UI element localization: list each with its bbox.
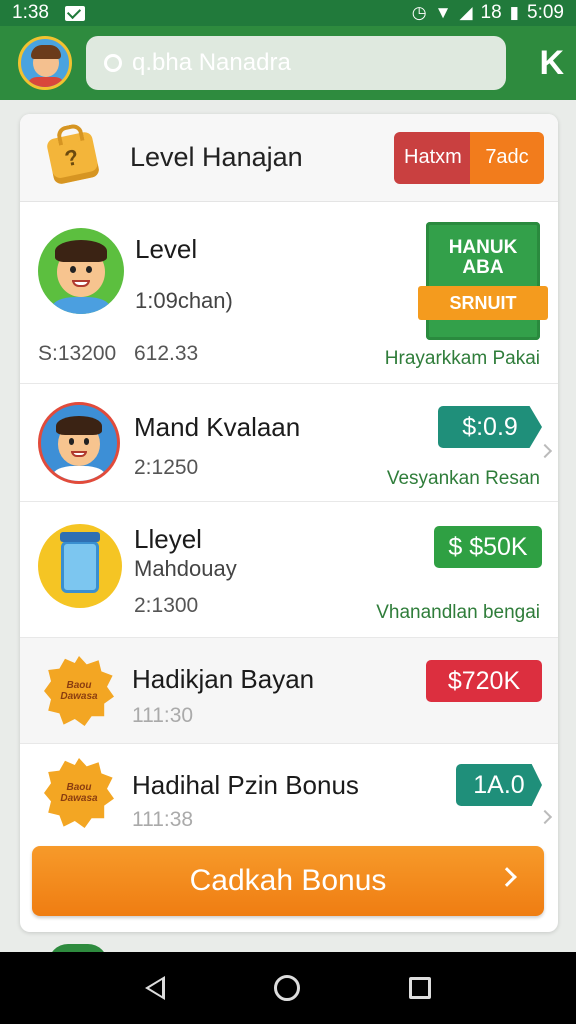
card-title: Level Hanajan [130, 142, 303, 172]
list-item[interactable]: Lleyel Mahdouay 2:1300 $ $50K Vhanandlan… [20, 502, 558, 638]
price-pill[interactable]: $720K [426, 660, 542, 702]
mail-icon [64, 5, 85, 21]
status-bar: 1:38 ◷ ▼ ◢ 18 ▮ 5:09 [0, 0, 576, 26]
app-header: K [0, 26, 576, 100]
price-pill[interactable]: 1A.0 [456, 764, 542, 806]
row-title: Hadikjan Bayan [132, 664, 315, 694]
boy-avatar [38, 228, 124, 314]
status-clock: 5:09 [527, 2, 564, 23]
chevron-right-icon [497, 867, 517, 887]
row-link[interactable]: Vesyankan Resan [387, 468, 540, 490]
row-title: Mand Kvalaan [134, 412, 301, 442]
card-header: Level Hanajan Hatxm 7adc [20, 114, 558, 202]
segment-right[interactable]: 7adc [470, 131, 544, 184]
chevron-right-icon [537, 443, 553, 459]
row-meta-left: S:13200 [38, 342, 117, 365]
promo-line1: HANUK [448, 237, 518, 258]
search-input[interactable] [132, 49, 488, 77]
badge-icon: Baou Dawasa [44, 656, 114, 726]
row-meta: 111:30 [132, 704, 194, 727]
bag-icon [45, 130, 101, 185]
signal-icon: ◢ [459, 3, 473, 22]
row-meta: 2:1250 [134, 456, 199, 479]
row-link[interactable]: Vhanandlan bengai [376, 602, 540, 624]
promo-ribbon: SRNUIT [418, 286, 548, 320]
row-title: Level [135, 234, 198, 264]
avatar[interactable] [18, 36, 72, 90]
segment-left[interactable]: Hatxm [394, 131, 470, 184]
home-icon[interactable] [273, 975, 300, 1001]
row-title: Hadihal Pzin Bonus [132, 770, 359, 800]
row-meta: 2:1300 [134, 594, 199, 617]
chevron-right-icon [537, 809, 553, 825]
row-title: Lleyel [134, 524, 202, 554]
recent-apps-icon[interactable] [409, 977, 432, 999]
row-meta: 111:38 [132, 808, 194, 831]
row-subtitle: 1:09chan) [135, 288, 233, 313]
jar-icon [38, 524, 122, 608]
bonus-card: Level Hanajan Hatxm 7adc Level 1:09chan)… [20, 114, 558, 932]
cta-label: Cadkah Bonus [189, 864, 387, 897]
price-pill[interactable]: $ $50K [434, 526, 542, 568]
promo-box[interactable]: HANUK ABA SRNUIT [418, 222, 548, 340]
claim-bonus-button[interactable]: Cadkah Bonus [32, 846, 544, 916]
status-time: 1:38 [12, 2, 49, 23]
battery-text: 18 [480, 2, 502, 23]
wifi-icon: ▼ [434, 3, 452, 22]
list-item[interactable]: Baou Dawasa Hadikjan Bayan 111:30 $720K [20, 638, 558, 744]
search-icon [104, 54, 122, 72]
search-bar[interactable] [86, 36, 506, 90]
header-k-icon[interactable]: K [539, 44, 563, 83]
row-subtitle: Mahdouay [134, 556, 237, 581]
badge-icon: Baou Dawasa [44, 758, 114, 828]
list-item[interactable]: Mand Kvalaan 2:1250 $:0.9 Vesyankan Resa… [20, 384, 558, 502]
list-item[interactable]: Baou Dawasa Hadihal Pzin Bonus 111:38 1A… [20, 744, 558, 834]
list-item[interactable]: Level 1:09chan) S:13200 612.33 HANUK ABA… [20, 202, 558, 384]
system-nav-bar [0, 952, 576, 1024]
battery-icon: ▮ [509, 3, 520, 22]
back-icon[interactable] [144, 976, 165, 1000]
segment-control: Hatxm 7adc [394, 131, 544, 184]
alarm-icon: ◷ [411, 3, 427, 22]
price-pill[interactable]: $:0.9 [438, 406, 542, 448]
row-link[interactable]: Hrayarkkam Pakai [385, 348, 540, 370]
row-meta-right: 612.33 [134, 342, 199, 365]
promo-line2: ABA [462, 257, 504, 278]
boy-avatar [38, 402, 120, 484]
